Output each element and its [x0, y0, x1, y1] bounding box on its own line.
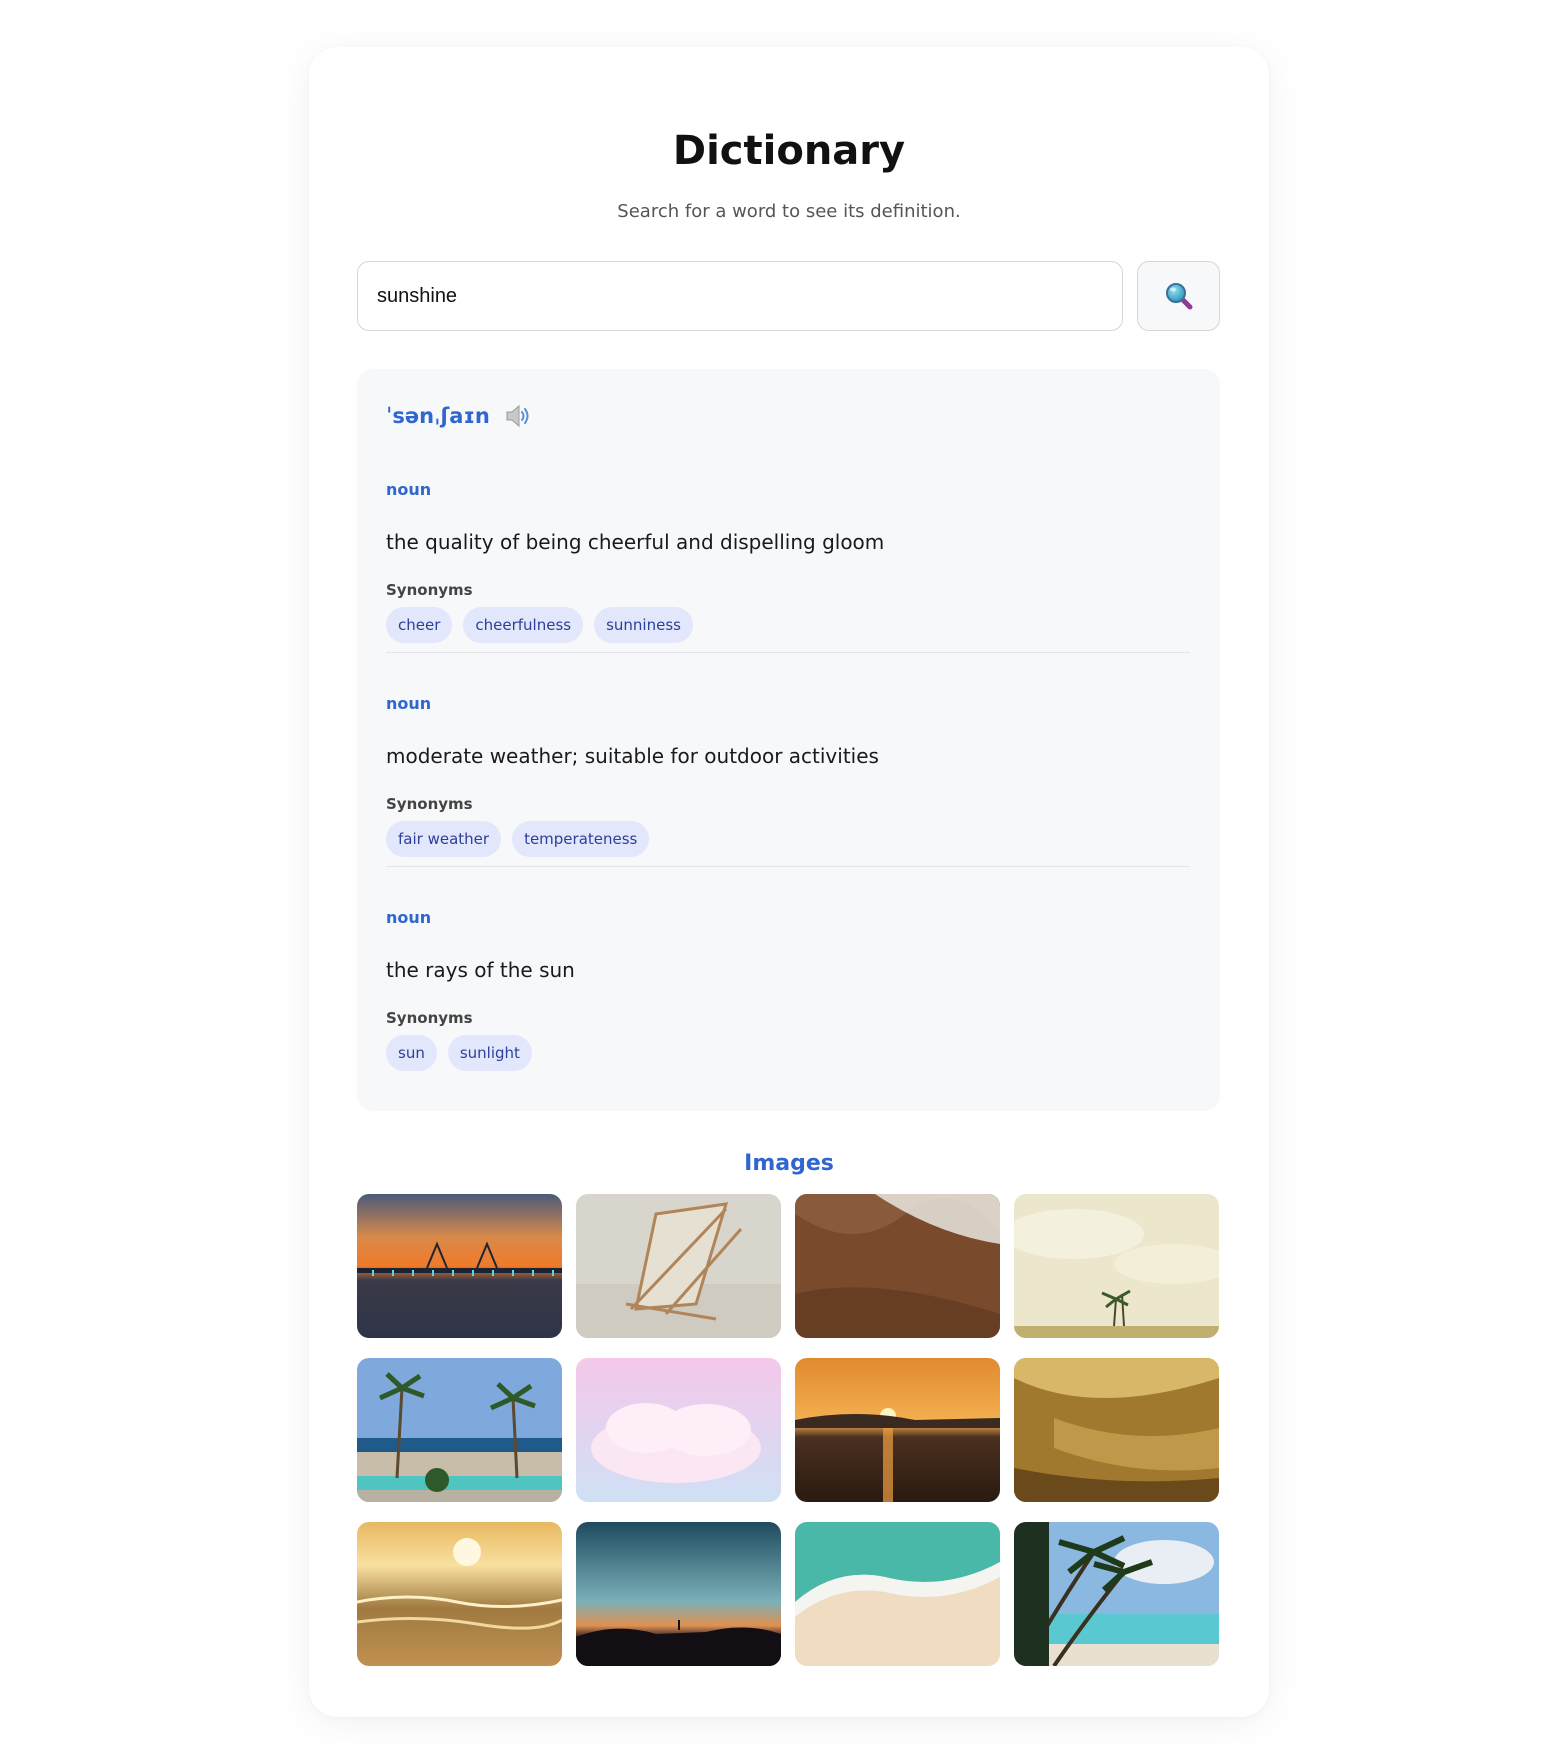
speaker-icon[interactable]: [504, 403, 534, 429]
synonyms-label: Synonyms: [386, 1009, 473, 1027]
synonym-chip[interactable]: sun: [386, 1035, 437, 1071]
image-grid: [357, 1194, 1220, 1666]
sunset-bridge-image[interactable]: [357, 1194, 562, 1338]
page-title: Dictionary: [672, 128, 906, 174]
dictionary-card: Dictionary Search for a word to see its …: [309, 47, 1269, 1717]
sense-divider: [386, 866, 1190, 867]
part-of-speech: noun: [386, 480, 432, 499]
definition-text: the rays of the sun: [386, 958, 575, 982]
ocean-wave-foam-image[interactable]: [795, 1194, 1000, 1338]
synonym-list: sun sunlight: [386, 1035, 532, 1071]
synonym-chip[interactable]: sunlight: [447, 1035, 532, 1071]
synonym-list: cheer cheerfulness sunniness: [386, 607, 693, 643]
sense-item: noun the rays of the sun Synonyms sun su…: [386, 908, 1190, 1071]
pink-cloud-image[interactable]: [576, 1358, 781, 1502]
search-button[interactable]: [1137, 261, 1220, 331]
palm-trees-resort-image[interactable]: [357, 1358, 562, 1502]
synonyms-label: Synonyms: [386, 795, 473, 813]
palm-tree-cloudy-sky-image[interactable]: [1014, 1194, 1219, 1338]
golden-sand-wave-image[interactable]: [1014, 1358, 1219, 1502]
phonetic-text: ˈsənˌʃaɪn: [386, 404, 490, 428]
sunlit-waves-image[interactable]: [357, 1522, 562, 1666]
sense-item: noun the quality of being cheerful and d…: [386, 480, 1190, 643]
synonym-chip[interactable]: temperateness: [512, 821, 650, 857]
synonyms-label: Synonyms: [386, 581, 473, 599]
phonetic-row: ˈsənˌʃaɪn: [386, 403, 534, 429]
dusk-silhouette-image[interactable]: [576, 1522, 781, 1666]
magnifying-glass-icon: [1165, 283, 1192, 310]
synonym-chip[interactable]: fair weather: [386, 821, 502, 857]
synonym-chip[interactable]: sunniness: [594, 607, 693, 643]
definition-panel: ˈsənˌʃaɪn noun the quality of being chee…: [357, 369, 1220, 1111]
definition-text: the quality of being cheerful and dispel…: [386, 530, 885, 554]
synonym-chip[interactable]: cheer: [386, 607, 453, 643]
images-heading: Images: [744, 1151, 834, 1176]
tropical-palms-image[interactable]: [1014, 1522, 1219, 1666]
part-of-speech: noun: [386, 908, 432, 927]
beach-chair-image[interactable]: [576, 1194, 781, 1338]
search-input[interactable]: [357, 261, 1123, 331]
page-subtitle: Search for a word to see its definition.: [617, 201, 961, 222]
sense-item: noun moderate weather; suitable for outd…: [386, 694, 1190, 857]
definition-text: moderate weather; suitable for outdoor a…: [386, 744, 879, 768]
aerial-beach-waves-image[interactable]: [795, 1522, 1000, 1666]
part-of-speech: noun: [386, 694, 432, 713]
sense-divider: [386, 652, 1190, 653]
sunset-over-sea-image[interactable]: [795, 1358, 1000, 1502]
synonym-list: fair weather temperateness: [386, 821, 650, 857]
synonym-chip[interactable]: cheerfulness: [463, 607, 584, 643]
